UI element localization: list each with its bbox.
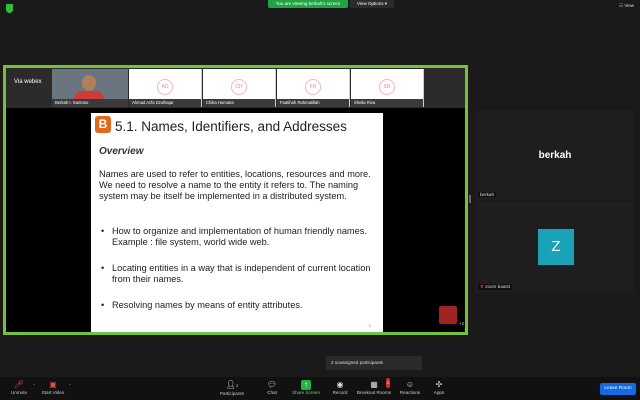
shared-screen[interactable]: Via webex Berkah I. Santoso AD Ahmad Azf…: [3, 65, 468, 335]
participant-thumbnail: CH Chika Humaira: [203, 69, 276, 107]
avatar-initials: AD: [157, 79, 173, 95]
view-button[interactable]: ☷ View: [619, 3, 634, 9]
chat-button[interactable]: 💬︎ Chat: [262, 380, 282, 400]
app-icon: [439, 306, 457, 324]
avatar-initials: SR: [379, 79, 395, 95]
smiley-icon: ☺: [405, 380, 415, 389]
presentation-slide: B 5.1. Names, Identifiers, and Addresses…: [91, 113, 383, 332]
thumbnail-name: Faatihah Rahmatillah: [277, 99, 349, 107]
participant-label-text: zoom baa04: [485, 284, 511, 289]
sharing-banner: You are viewing berkah's screen: [268, 0, 348, 8]
breakout-badge: 2: [385, 378, 390, 388]
unmute-label: Unmute: [10, 390, 28, 395]
security-shield-icon[interactable]: [6, 4, 13, 13]
slide-title: 5.1. Names, Identifiers, and Addresses: [115, 119, 347, 134]
participants-count: 2: [235, 383, 239, 388]
muted-mic-icon: ✖: [480, 284, 484, 289]
avatar-initials: FR: [305, 79, 321, 95]
slide-paragraph: Names are used to refer to entities, loc…: [99, 169, 371, 201]
participant-tile-zoom[interactable]: Z ✖ zoom baa04: [476, 202, 634, 292]
splitter-handle[interactable]: [469, 195, 471, 203]
zoom-window: You are viewing berkah's screen View Opt…: [0, 0, 640, 400]
participant-thumbnail: AD Ahmad Azfa Dzulfaqar: [129, 69, 202, 107]
slide-bullet: Resolving names by means of entity attri…: [99, 300, 377, 311]
avatar-z: Z: [538, 229, 574, 265]
share-screen-button[interactable]: ↑ Share Screen: [290, 380, 322, 400]
unmute-button[interactable]: 🎤︎ Unmute ^: [6, 380, 35, 400]
reactions-label: Reactions: [399, 390, 421, 395]
grid-icon: ☷: [619, 3, 624, 8]
more-count: +2: [459, 321, 465, 326]
record-icon: ◉: [336, 380, 344, 389]
video-muted-icon: ▣: [49, 380, 57, 389]
participants-button[interactable]: 👤︎2 Participants: [218, 380, 246, 400]
avatar-initials: CH: [231, 79, 247, 95]
slide-page-number: 2: [368, 323, 371, 328]
unassigned-participants-toast[interactable]: 2 unassigned participants: [326, 356, 422, 370]
meeting-toolbar: 🎤︎ Unmute ^ ▣ Start Video ^ 👤︎2 Particip…: [0, 377, 640, 400]
participant-label: ✖ zoom baa04: [478, 284, 513, 290]
view-options-button[interactable]: View Options ▾: [350, 0, 394, 8]
participant-thumbnail-strip: Via webex Berkah I. Santoso AD Ahmad Azf…: [6, 68, 465, 108]
slide-subtitle: Overview: [99, 146, 144, 157]
participant-thumbnail: SR Sheila Riva: [351, 69, 424, 107]
thumbnail-name: Sheila Riva: [351, 99, 423, 107]
start-video-button[interactable]: ▣ Start Video ^: [38, 380, 71, 400]
breakout-rooms-label: Breakout Rooms: [356, 390, 392, 395]
participant-tile-berkah[interactable]: berkah berkah: [476, 110, 634, 200]
slide-bullet: How to organize and implementation of hu…: [99, 226, 377, 248]
thumbnail-name: Berkah I. Santoso: [52, 99, 128, 107]
start-video-label: Start Video: [41, 390, 65, 395]
leave-room-button[interactable]: Leave Room: [600, 383, 636, 395]
view-label: View: [624, 3, 634, 8]
breakout-rooms-button[interactable]: ▦ 2 Breakout Rooms: [356, 378, 392, 400]
share-screen-label: Share Screen: [291, 390, 321, 395]
person-head: [82, 75, 96, 91]
thumbnail-name: Chika Humaira: [203, 99, 275, 107]
participants-label: Participants: [219, 391, 244, 396]
participant-label: berkah: [478, 192, 497, 197]
participant-video-berkah: Berkah I. Santoso: [52, 69, 128, 107]
chat-icon: 💬︎: [266, 380, 278, 389]
record-label: Record: [332, 390, 348, 395]
share-screen-icon: ↑: [301, 380, 311, 390]
microphone-muted-icon: 🎤︎: [13, 380, 25, 389]
apps-button[interactable]: ✣ Apps: [430, 380, 448, 400]
chat-label: Chat: [267, 390, 277, 395]
record-button[interactable]: ◉ Record: [330, 380, 350, 400]
breakout-rooms-icon: ▦ 2: [370, 378, 390, 389]
webex-logo: Via webex: [11, 74, 55, 90]
participant-thumbnail: FR Faatihah Rahmatillah: [277, 69, 350, 107]
chevron-up-icon[interactable]: ^: [33, 382, 35, 387]
apps-label: Apps: [433, 390, 445, 395]
slide-bullet: Locating entities in a way that is indep…: [99, 263, 377, 285]
apps-icon: ✣: [435, 380, 443, 389]
blogger-logo-icon: B: [95, 116, 111, 133]
participants-icon: 👤︎2: [225, 380, 239, 389]
chevron-up-icon[interactable]: ^: [69, 382, 71, 387]
thumbnail-name: Ahmad Azfa Dzulfaqar: [129, 99, 201, 107]
participant-name: berkah: [538, 150, 572, 161]
reactions-button[interactable]: ☺ Reactions: [398, 380, 422, 400]
